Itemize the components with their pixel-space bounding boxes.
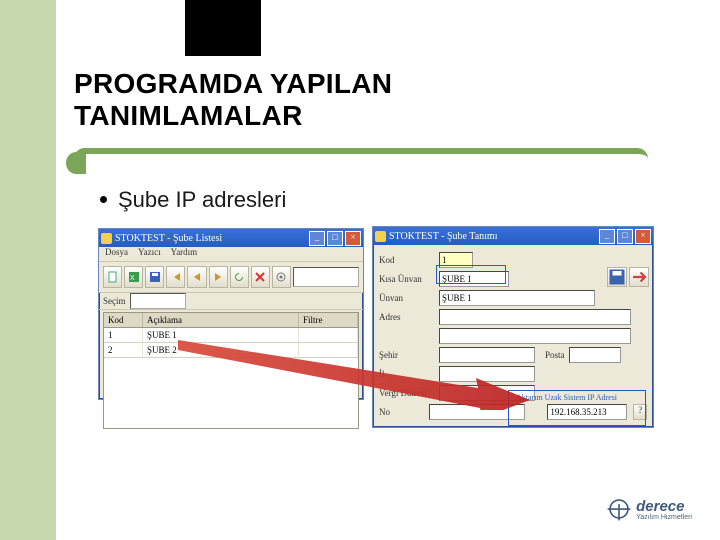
save-button[interactable] (607, 267, 627, 287)
save-button[interactable] (145, 266, 164, 288)
app-icon (375, 231, 386, 242)
label-il: İl (379, 369, 435, 379)
cell-filtre (299, 328, 358, 342)
label-kisa-unvan: Kısa Ünvan (379, 274, 435, 284)
maximize-button[interactable]: □ (327, 231, 343, 246)
input-no[interactable] (429, 404, 525, 420)
input-posta[interactable] (569, 347, 621, 363)
title-line-1: PROGRAMDA YAPILAN (74, 68, 392, 99)
input-adres-2[interactable] (439, 328, 631, 344)
menubar: Dosya Yazıcı Yardım (99, 247, 363, 261)
slide-left-accent (0, 0, 56, 540)
slide-top-block (185, 0, 261, 56)
label-sehir: Şehir (379, 350, 435, 360)
cell-filtre (299, 343, 358, 357)
label-adres: Adres (379, 312, 435, 322)
ip-help-button[interactable]: ? (633, 404, 647, 420)
menu-yazici[interactable]: Yazıcı (138, 247, 161, 261)
input-sehir[interactable] (439, 347, 535, 363)
input-unvan[interactable] (439, 290, 595, 306)
cell-aciklama: ŞUBE 2 (143, 343, 299, 357)
title-line-2: TANIMLAMALAR (74, 100, 303, 131)
filter-row: Seçim (99, 293, 363, 310)
app-icon (101, 233, 112, 244)
label-no: No (379, 407, 425, 417)
table-row[interactable]: 1 ŞUBE 1 (104, 328, 358, 343)
logo-subtext: Yazılım Hizmetleri (636, 514, 692, 521)
input-ip-adresi[interactable] (547, 404, 627, 420)
cell-aciklama: ŞUBE 1 (143, 328, 299, 342)
accent-underline (74, 148, 648, 176)
refresh-button[interactable] (230, 266, 249, 288)
exit-button[interactable] (629, 267, 649, 287)
close-button[interactable]: × (345, 231, 361, 246)
data-grid: Kod Açıklama Filtre 1 ŞUBE 1 2 ŞUBE 2 (103, 312, 359, 429)
titlebar[interactable]: STOKTEST - Şube Listesi _ □ × (99, 229, 363, 247)
toolbar-search-input[interactable] (293, 267, 359, 287)
next-button[interactable] (209, 266, 228, 288)
new-button[interactable] (103, 266, 122, 288)
input-kisa-unvan[interactable] (439, 271, 509, 287)
grid-empty-area (104, 358, 358, 428)
svg-text:X: X (130, 275, 135, 282)
brand-logo: derece Yazılım Hizmetleri (606, 496, 692, 522)
grid-header: Kod Açıklama Filtre (104, 313, 358, 328)
label-vergi-dairesi: Vergi Dairesi (379, 388, 435, 398)
filter-input[interactable] (130, 293, 186, 309)
settings-button[interactable] (272, 266, 291, 288)
bullet-text: Şube IP adresleri (118, 187, 286, 213)
prev-button[interactable] (187, 266, 206, 288)
excel-button[interactable]: X (124, 266, 143, 288)
label-ip-adresi: Aktarım Uzak Sistem IP Adresi (516, 393, 617, 402)
close-button[interactable]: × (635, 229, 651, 244)
window-sube-listesi: STOKTEST - Şube Listesi _ □ × Dosya Yazı… (98, 228, 364, 400)
minimize-button[interactable]: _ (599, 229, 615, 244)
window-title: STOKTEST - Şube Listesi (115, 233, 222, 244)
page-title: PROGRAMDA YAPILAN TANIMLAMALAR (74, 68, 392, 132)
maximize-button[interactable]: □ (617, 229, 633, 244)
toolbar: X (99, 261, 363, 293)
delete-button[interactable] (251, 266, 270, 288)
table-row[interactable]: 2 ŞUBE 2 (104, 343, 358, 358)
cell-kod: 2 (104, 343, 143, 357)
filter-label: Seçim (103, 296, 126, 306)
input-kod[interactable] (439, 252, 473, 268)
input-il[interactable] (439, 366, 535, 382)
col-filtre[interactable]: Filtre (299, 313, 358, 327)
label-unvan: Ünvan (379, 293, 435, 303)
window-title: STOKTEST - Şube Tanımı (389, 231, 497, 242)
minimize-button[interactable]: _ (309, 231, 325, 246)
input-adres[interactable] (439, 309, 631, 325)
logo-icon (606, 496, 632, 522)
cell-kod: 1 (104, 328, 143, 342)
first-button[interactable] (166, 266, 185, 288)
col-aciklama[interactable]: Açıklama (143, 313, 299, 327)
col-kod[interactable]: Kod (104, 313, 143, 327)
bullet-dot (100, 196, 107, 203)
menu-dosya[interactable]: Dosya (105, 247, 128, 261)
logo-text: derece (636, 498, 684, 515)
titlebar[interactable]: STOKTEST - Şube Tanımı _ □ × (373, 227, 653, 245)
label-kod: Kod (379, 255, 435, 265)
label-posta: Posta (545, 350, 565, 360)
menu-yardim[interactable]: Yardım (171, 247, 198, 261)
